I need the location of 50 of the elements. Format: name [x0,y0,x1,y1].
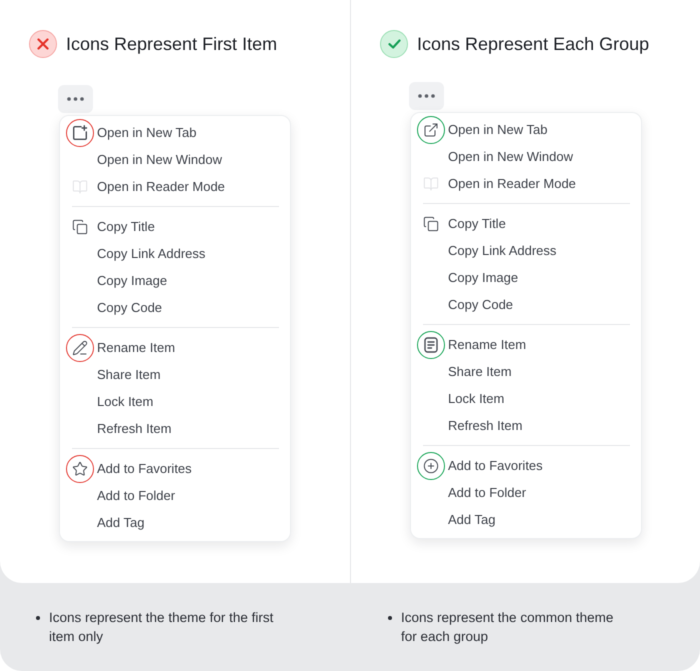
menu-item[interactable]: Add Tag [60,509,290,536]
menu-item[interactable]: Copy Title [411,210,641,237]
copy-icon [423,216,439,232]
more-button[interactable] [58,85,93,113]
more-dots-icon [67,97,84,101]
document-icon [424,336,438,352]
book-icon [72,178,88,194]
menu-item[interactable]: Share Item [60,361,290,388]
caption-text: Icons represent the theme for the first item only [49,609,274,646]
pencil-icon [72,340,88,356]
menu-item[interactable]: Refresh Item [60,415,290,442]
panel-title: Icons Represent First Item [66,34,278,54]
menu-item[interactable]: Refresh Item [411,412,641,439]
menu-item[interactable]: Copy Link Address [60,240,290,267]
menu-item[interactable]: Rename Item [60,334,290,361]
menu-item[interactable]: Copy Image [60,267,290,294]
menu-item[interactable]: Copy Title [60,213,290,240]
circle-plus-icon [423,458,439,474]
menu-item[interactable]: Open in New Tab [60,119,290,146]
more-dots-icon [418,94,435,98]
menu-item[interactable]: Add to Folder [60,482,290,509]
panel-title: Icons Represent Each Group [417,34,650,54]
menu-item[interactable]: Add to Folder [411,479,641,506]
external-link-icon [423,122,439,138]
more-button[interactable] [409,82,444,110]
menu-item[interactable]: Copy Link Address [411,237,641,264]
book-icon [423,176,439,192]
menu-item[interactable]: Open in New Tab [411,116,641,143]
menu-item[interactable]: Add to Favorites [60,455,290,482]
menu-item[interactable]: Lock Item [60,388,290,415]
menu-item[interactable]: Open in Reader Mode [411,170,641,197]
menu-item[interactable]: Open in New Window [60,146,290,173]
menu-item[interactable]: Open in New Window [411,143,641,170]
menu-item[interactable]: Add to Favorites [411,452,641,479]
menu-item[interactable]: Copy Code [411,291,641,318]
menu-item[interactable]: Copy Code [60,294,290,321]
copy-icon [72,218,88,234]
menu-item[interactable]: Lock Item [411,385,641,412]
cross-icon [29,30,57,58]
check-icon [380,30,408,58]
menu-item[interactable]: Open in Reader Mode [60,173,290,200]
menu-item[interactable]: Add Tag [411,506,641,533]
bullet-icon [36,616,40,620]
square-plus-icon [72,124,88,140]
menu-item[interactable]: Share Item [411,358,641,385]
menu-item[interactable]: Copy Image [411,264,641,291]
menu-item[interactable]: Rename Item [411,331,641,358]
bullet-icon [388,616,392,620]
star-icon [72,460,88,476]
caption-text: Icons represent the common theme for each group [401,609,614,646]
